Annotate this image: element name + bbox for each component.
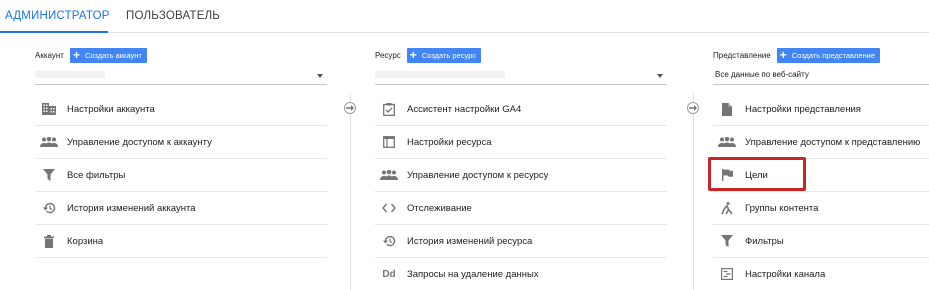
goals-label: Цели — [745, 169, 768, 181]
property-header: Ресурс + Создать ресурс — [375, 47, 482, 63]
account-access-item[interactable]: Управление доступом к аккаунту — [35, 128, 212, 156]
divider — [375, 257, 667, 258]
property-access-item[interactable]: Управление доступом к ресурсу — [375, 161, 548, 189]
divider — [713, 125, 929, 126]
account-name-redacted — [35, 71, 105, 78]
view-label: Представление — [713, 50, 771, 60]
chevron-down-icon — [657, 74, 663, 78]
divider — [713, 158, 929, 159]
view-selector[interactable]: Все данные по веб-сайту — [713, 67, 929, 85]
content-groups-item[interactable]: Группы контента — [713, 194, 818, 222]
dd-icon: Dd — [382, 268, 396, 280]
divider — [375, 125, 667, 126]
create-account-button[interactable]: + Создать аккаунт — [69, 47, 147, 63]
create-property-label: Создать ресурс — [421, 50, 477, 60]
divider — [713, 224, 929, 225]
property-name-redacted — [375, 71, 505, 78]
view-access-item[interactable]: Управление доступом к представлению — [713, 128, 920, 156]
plus-icon: + — [779, 48, 787, 62]
code-icon — [380, 199, 398, 217]
channel-settings-label: Настройки канала — [745, 268, 826, 280]
divider — [713, 191, 929, 192]
account-settings-item[interactable]: Настройки аккаунта — [35, 95, 155, 123]
flag-icon — [718, 166, 736, 184]
divider — [35, 191, 327, 192]
view-column: Представление + Создать представление Вс… — [713, 33, 929, 290]
account-history-item[interactable]: История изменений аккаунта — [35, 194, 196, 222]
create-view-label: Создать представление — [791, 50, 876, 60]
filters-label: Фильтры — [745, 235, 784, 247]
view-settings-item[interactable]: Настройки представления — [713, 95, 861, 123]
create-account-label: Создать аккаунт — [84, 50, 142, 60]
tab-user[interactable]: ПОЛЬЗОВАТЕЛЬ — [126, 0, 220, 33]
ga4-setup-item[interactable]: Ассистент настройки GA4 — [375, 95, 521, 123]
property-history-label: История изменений ресурса — [407, 235, 533, 247]
property-label: Ресурс — [375, 50, 401, 60]
account-history-label: История изменений аккаунта — [67, 202, 196, 214]
trash-item[interactable]: Корзина — [35, 227, 103, 255]
property-settings-item[interactable]: Настройки ресурса — [375, 128, 492, 156]
divider — [35, 257, 327, 258]
people-icon — [380, 166, 398, 184]
history-icon — [380, 232, 398, 250]
divider — [35, 158, 327, 159]
view-access-label: Управление доступом к представлению — [745, 136, 921, 148]
channel-settings-item[interactable]: Настройки канала — [713, 260, 825, 288]
window-icon — [380, 133, 398, 151]
divider — [375, 224, 667, 225]
view-settings-label: Настройки представления — [745, 103, 861, 115]
view-header: Представление + Создать представление — [713, 47, 881, 63]
account-access-label: Управление доступом к аккаунту — [67, 136, 212, 148]
people-icon — [40, 133, 58, 151]
filters-item[interactable]: Фильтры — [713, 227, 784, 255]
divider — [35, 125, 327, 126]
account-label: Аккаунт — [35, 50, 64, 60]
trash-label: Корзина — [67, 235, 104, 247]
divider — [375, 191, 667, 192]
plus-icon: + — [72, 48, 80, 62]
account-header: Аккаунт + Создать аккаунт — [35, 47, 147, 63]
column-divider — [693, 94, 694, 290]
all-filters-item[interactable]: Все фильтры — [35, 161, 125, 189]
admin-tabs: АДМИНИСТРАТОР ПОЛЬЗОВАТЕЛЬ — [0, 0, 929, 33]
channel-icon — [718, 265, 736, 283]
property-access-label: Управление доступом к ресурсу — [407, 169, 549, 181]
tab-admin[interactable]: АДМИНИСТРАТОР — [0, 0, 109, 33]
data-deletion-item[interactable]: Dd Запросы на удаление данных — [375, 260, 539, 288]
property-history-item[interactable]: История изменений ресурса — [375, 227, 532, 255]
property-column: Ресурс + Создать ресурс Ассистент настро… — [375, 33, 673, 290]
people-icon — [718, 133, 736, 151]
account-settings-label: Настройки аккаунта — [67, 103, 155, 115]
property-settings-label: Настройки ресурса — [407, 136, 492, 148]
ga4-setup-label: Ассистент настройки GA4 — [407, 103, 522, 115]
document-icon — [718, 100, 736, 118]
divider — [713, 257, 929, 258]
goals-item[interactable]: Цели — [713, 161, 768, 189]
divider — [35, 224, 327, 225]
divider — [375, 158, 667, 159]
create-view-button[interactable]: + Создать представление — [776, 47, 881, 63]
account-selector[interactable] — [35, 67, 327, 85]
chevron-down-icon — [317, 74, 323, 78]
data-deletion-label: Запросы на удаление данных — [407, 268, 539, 280]
all-filters-label: Все фильтры — [67, 169, 126, 181]
walk-icon — [718, 199, 736, 217]
tracking-label: Отслеживание — [407, 202, 472, 214]
tracking-item[interactable]: Отслеживание — [375, 194, 472, 222]
filter-icon — [718, 232, 736, 250]
column-divider — [350, 94, 351, 290]
arrow-right-icon — [687, 102, 699, 114]
trash-icon — [40, 232, 58, 250]
arrow-right-icon — [344, 102, 356, 114]
account-column: Аккаунт + Создать аккаунт Настройки акка… — [35, 33, 345, 290]
filter-icon — [40, 166, 58, 184]
view-selected: Все данные по веб-сайту — [715, 70, 809, 79]
checklist-icon — [380, 100, 398, 118]
property-selector[interactable] — [375, 67, 667, 85]
building-icon — [40, 100, 58, 118]
create-property-button[interactable]: + Создать ресурс — [406, 47, 482, 63]
content-groups-label: Группы контента — [745, 202, 819, 214]
history-icon — [40, 199, 58, 217]
plus-icon: + — [409, 48, 417, 62]
